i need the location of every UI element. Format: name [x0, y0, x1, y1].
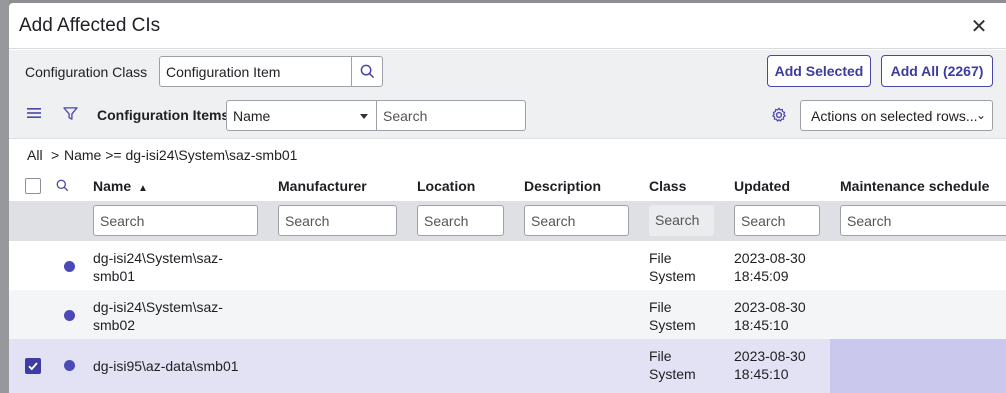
updated-cell: 2023-08-30 18:45:10 [734, 298, 806, 334]
search-field-value: Name [233, 108, 271, 124]
status-dot-icon [64, 261, 75, 272]
location-search-input[interactable]: Search [417, 205, 504, 236]
class-cell-line2: System [649, 317, 696, 333]
table-row[interactable]: dg-isi24\System\saz- smb01 File System 2… [9, 241, 1006, 290]
column-header-maintenance-schedule[interactable]: Maintenance schedule [840, 178, 989, 194]
list-toolbar: Configuration Items Name Search Actions … [9, 92, 1006, 139]
updated-cell-date: 2023-08-30 [734, 299, 806, 315]
add-all-button[interactable]: Add All (2267) [881, 55, 993, 87]
breadcrumb-condition[interactable]: Name >= dg-isi24\System\saz-smb01 [64, 147, 297, 163]
search-field-select[interactable]: Name [226, 100, 377, 131]
manufacturer-search-input[interactable]: Search [278, 205, 397, 236]
filter-icon[interactable] [63, 106, 78, 121]
updated-cell-date: 2023-08-30 [734, 250, 806, 266]
maintenance-search-input[interactable]: Search [840, 205, 1006, 236]
updated-cell-time: 18:45:10 [734, 366, 789, 382]
name-cell-line2: smb01 [93, 268, 136, 284]
column-header-manufacturer[interactable]: Manufacturer [278, 178, 367, 194]
updated-cell-time: 18:45:09 [734, 268, 789, 284]
dialog-title: Add Affected CIs [19, 15, 161, 36]
class-cell-line1: File [649, 299, 672, 315]
class-cell-line2: System [649, 268, 696, 284]
column-header-description[interactable]: Description [524, 178, 601, 194]
updated-cell-date: 2023-08-30 [734, 348, 806, 364]
configuration-class-label: Configuration Class [25, 64, 148, 80]
description-search-input[interactable]: Search [524, 205, 629, 236]
class-cell: File System [649, 347, 696, 383]
class-cell-line1: File [649, 250, 672, 266]
updated-cell: 2023-08-30 18:45:09 [734, 249, 806, 285]
select-all-checkbox[interactable] [25, 178, 41, 194]
updated-cell: 2023-08-30 18:45:10 [734, 347, 806, 383]
add-selected-button[interactable]: Add Selected [767, 55, 871, 87]
column-header-updated[interactable]: Updated [734, 178, 790, 194]
class-cell-line2: System [649, 366, 696, 382]
table-header: Name ▲ Manufacturer Location Description… [9, 170, 1006, 201]
column-header-name[interactable]: Name ▲ [93, 178, 148, 194]
sort-ascending-icon: ▲ [138, 183, 148, 194]
name-cell-line1: dg-isi24\System\saz- [93, 250, 223, 266]
column-header-class[interactable]: Class [649, 178, 686, 194]
menu-icon[interactable] [27, 107, 41, 119]
search-icon[interactable] [56, 179, 69, 192]
page-backdrop [0, 0, 9, 393]
updated-cell-time: 18:45:10 [734, 317, 789, 333]
chevron-down-icon [360, 114, 368, 119]
updated-search-input[interactable]: Search [734, 205, 820, 236]
table-row[interactable]: dg-isi24\System\saz- smb02 File System 2… [9, 290, 1006, 339]
class-cell-line1: File [649, 348, 672, 364]
actions-on-selected-rows-select[interactable]: Actions on selected rows... ⌄ [800, 100, 993, 131]
name-cell[interactable]: dg-isi95\az-data\smb01 [93, 357, 239, 375]
close-button[interactable]: ✕ [967, 15, 991, 39]
chevron-down-icon: ⌄ [975, 108, 986, 122]
class-lookup-button[interactable] [351, 56, 383, 87]
name-cell[interactable]: dg-isi24\System\saz- smb02 [93, 298, 223, 334]
class-cell: File System [649, 249, 696, 285]
configuration-class-bar: Configuration Class Configuration Item A… [9, 50, 1006, 92]
add-affected-cis-dialog: Add Affected CIs ✕ Configuration Class C… [9, 3, 1006, 393]
breadcrumb-separator: > [51, 147, 60, 163]
gear-icon[interactable] [771, 107, 787, 123]
table-row-selected[interactable]: dg-isi95\az-data\smb01 File System 2023-… [9, 339, 1006, 393]
column-search-row: Search Search Search Search Search Searc… [9, 201, 1006, 241]
name-cell[interactable]: dg-isi24\System\saz- smb01 [93, 249, 223, 285]
status-dot-icon [64, 310, 75, 321]
row-checkbox-checked[interactable] [25, 358, 41, 374]
status-dot-icon [64, 360, 75, 371]
name-cell-line1: dg-isi24\System\saz- [93, 299, 223, 315]
list-title: Configuration Items [97, 107, 230, 123]
search-icon [360, 64, 375, 79]
configuration-class-input[interactable]: Configuration Item [159, 56, 352, 87]
class-search-input: Search [649, 205, 714, 236]
column-header-location[interactable]: Location [417, 178, 475, 194]
list-search-input[interactable]: Search [376, 100, 526, 131]
name-cell-line2: smb02 [93, 317, 136, 333]
name-search-input[interactable]: Search [93, 205, 258, 236]
class-cell: File System [649, 298, 696, 334]
breadcrumb: All > Name >= dg-isi24\System\saz-smb01 [9, 140, 1006, 170]
checkmark-icon [28, 362, 38, 371]
column-header-name-label: Name [93, 178, 132, 194]
dialog-header: Add Affected CIs ✕ [9, 3, 1006, 49]
breadcrumb-all[interactable]: All [27, 147, 43, 163]
name-cell-line1: dg-isi95\az-data\smb01 [93, 358, 239, 374]
actions-select-value: Actions on selected rows... [811, 108, 978, 124]
maintenance-cell-highlight [830, 339, 1006, 393]
